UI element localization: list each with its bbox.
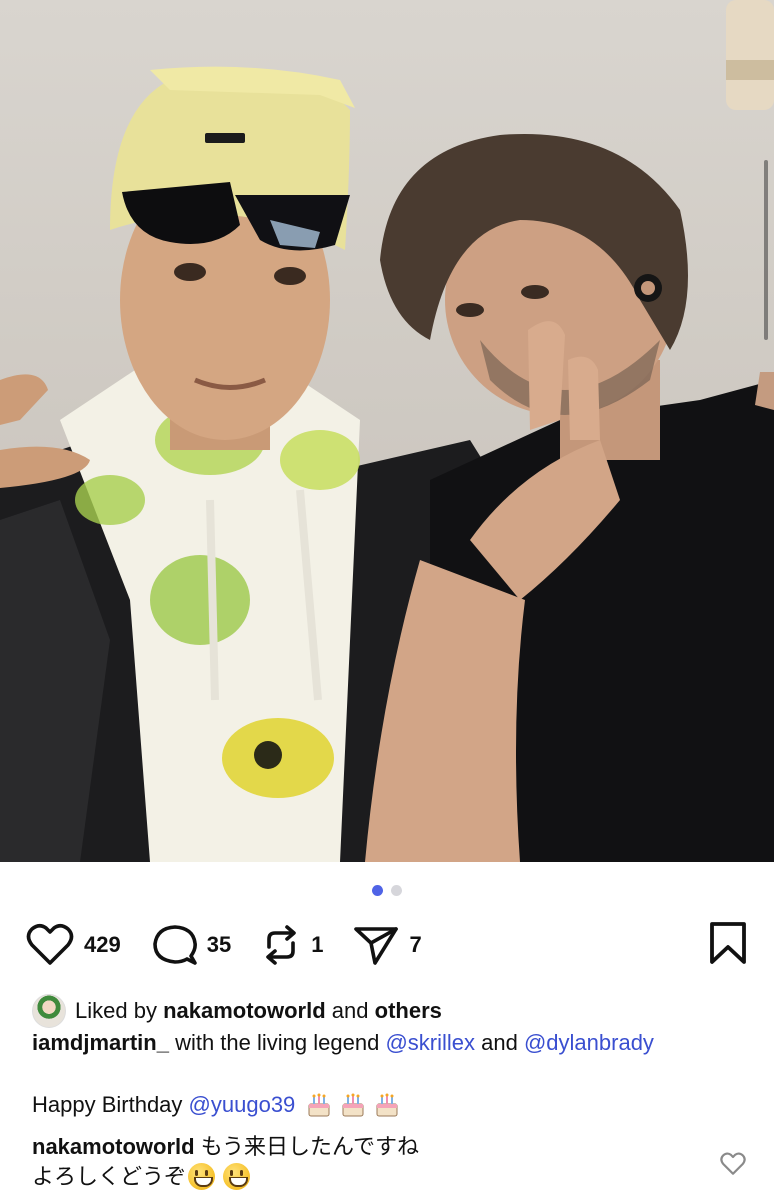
birthday-cake-icon bbox=[376, 1093, 398, 1117]
carousel-dot-1[interactable] bbox=[372, 885, 383, 896]
comment-like-button[interactable] bbox=[720, 1152, 746, 1181]
liker-avatar[interactable] bbox=[32, 994, 66, 1028]
grinning-face-icon bbox=[188, 1163, 216, 1190]
post-caption: iamdjmartin_ with the living legend @skr… bbox=[32, 1030, 654, 1056]
heart-outline-icon bbox=[720, 1152, 746, 1175]
caption-username[interactable]: iamdjmartin_ bbox=[32, 1030, 169, 1055]
repost-icon bbox=[266, 925, 297, 965]
heart-icon bbox=[26, 923, 74, 965]
birthday-line: Happy Birthday @yuugo39 bbox=[32, 1092, 401, 1118]
birthday-text: Happy Birthday bbox=[32, 1092, 183, 1117]
caption-mention-dylanbrady[interactable]: @dylanbrady bbox=[524, 1030, 654, 1055]
like-count: 429 bbox=[84, 932, 121, 957]
paper-plane-icon bbox=[354, 927, 399, 965]
comment-line-1: nakamotoworld もう来日したんですね bbox=[32, 1132, 419, 1162]
caption-text-2: and bbox=[481, 1030, 518, 1055]
comment-text-1: もう来日したんですね bbox=[200, 1134, 419, 1159]
comment-text-2: よろしくどうぞ bbox=[32, 1164, 187, 1189]
liked-by-prefix: Liked by bbox=[75, 998, 157, 1023]
share-count: 7 bbox=[409, 932, 422, 957]
liked-by-user[interactable]: nakamotoworld bbox=[163, 998, 326, 1024]
scrollbar-thumb[interactable] bbox=[764, 160, 768, 340]
carousel-indicator bbox=[0, 885, 774, 896]
grinning-face-icon bbox=[223, 1163, 251, 1190]
liked-by-others[interactable]: others bbox=[375, 998, 442, 1024]
action-bar: 429 35 1 7 bbox=[26, 921, 748, 970]
caption-text-1: with the living legend bbox=[175, 1030, 380, 1055]
repost-button[interactable]: 1 bbox=[261, 923, 323, 967]
like-button[interactable]: 429 bbox=[26, 923, 121, 967]
birthday-cake-icon bbox=[308, 1093, 330, 1117]
comment-line-2: よろしくどうぞ bbox=[32, 1162, 419, 1192]
repost-count: 1 bbox=[311, 932, 324, 957]
photo-illustration bbox=[0, 0, 774, 862]
birthday-mention[interactable]: @yuugo39 bbox=[189, 1092, 296, 1118]
liked-by-joiner: and bbox=[331, 998, 369, 1023]
comment-bubble-icon bbox=[152, 925, 197, 965]
carousel-dot-2[interactable] bbox=[391, 885, 402, 896]
save-button[interactable] bbox=[708, 921, 748, 970]
comment-count: 35 bbox=[206, 932, 232, 957]
share-button[interactable]: 7 bbox=[353, 923, 422, 967]
liked-by-row: Liked by nakamotoworld and others bbox=[32, 994, 442, 1028]
comment-button[interactable]: 35 bbox=[151, 923, 231, 967]
post-photo[interactable] bbox=[0, 0, 774, 862]
bookmark-icon bbox=[710, 921, 746, 964]
birthday-cake-icon bbox=[342, 1093, 364, 1117]
caption-mention-skrillex[interactable]: @skrillex bbox=[385, 1030, 475, 1055]
comment-item: nakamotoworld もう来日したんですね よろしくどうぞ bbox=[32, 1132, 419, 1192]
comment-username[interactable]: nakamotoworld bbox=[32, 1134, 195, 1159]
